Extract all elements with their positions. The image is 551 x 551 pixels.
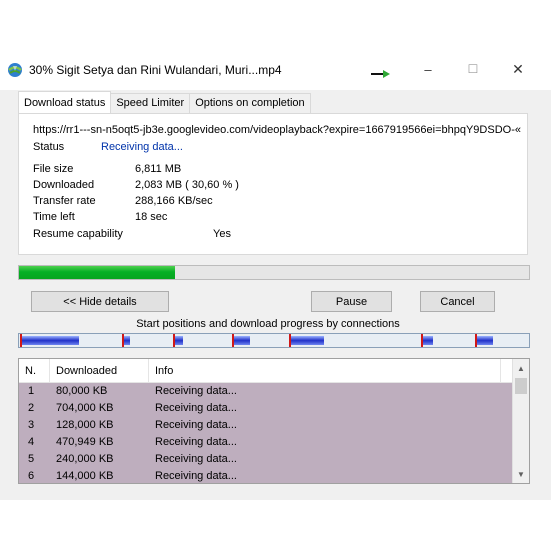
status-label: Status — [33, 141, 65, 153]
tab-speed-limiter[interactable]: Speed Limiter — [110, 93, 191, 113]
file-size-value: 6,811 MB — [135, 163, 182, 175]
connection-start-marker — [475, 334, 477, 347]
scroll-down-arrow-icon[interactable]: ▼ — [513, 466, 529, 482]
connection-start-marker — [122, 334, 124, 347]
scrollbar-thumb[interactable] — [515, 378, 527, 394]
row-info: Receiving data... — [155, 402, 237, 414]
table-row[interactable]: 5 240,000 KB Receiving data... — [19, 451, 512, 468]
connection-start-marker — [20, 334, 22, 347]
row-number: 1 — [28, 385, 35, 397]
pause-button[interactable]: Pause — [311, 291, 392, 312]
connection-segment — [289, 336, 324, 345]
row-number: 5 — [28, 453, 35, 465]
resume-capability-label: Resume capability — [33, 228, 123, 240]
row-info: Receiving data... — [155, 470, 237, 482]
row-info: Receiving data... — [155, 385, 237, 397]
status-value: Receiving data... — [101, 141, 183, 153]
download-status-panel: https://rr1---sn-n5oqt5-jb3e.googlevideo… — [18, 113, 528, 255]
connections-list-body: 1 80,000 KB Receiving data... 2 704,000 … — [19, 383, 512, 483]
row-number: 3 — [28, 419, 35, 431]
connection-start-marker — [232, 334, 234, 347]
row-info: Receiving data... — [155, 419, 237, 431]
file-size-label: File size — [33, 163, 74, 175]
close-button[interactable]: ✕ — [503, 58, 533, 80]
minimize-button[interactable]: – — [413, 58, 443, 80]
downloaded-value: 2,083 MB ( 30,60 % ) — [135, 179, 239, 191]
row-number: 2 — [28, 402, 35, 414]
row-downloaded: 470,949 KB — [56, 436, 114, 448]
connections-list[interactable]: N. Downloaded Info 1 80,000 KB Receiving… — [18, 358, 530, 484]
time-left-label: Time left — [33, 211, 75, 223]
connections-progress-bar — [18, 333, 530, 348]
window-title: 30% Sigit Setya dan Rini Wulandari, Muri… — [29, 63, 282, 77]
row-downloaded: 128,000 KB — [56, 419, 114, 431]
connections-caption: Start positions and download progress by… — [136, 318, 400, 330]
connection-segment — [20, 336, 79, 345]
resume-capability-value: Yes — [213, 228, 231, 240]
table-row[interactable]: 2 704,000 KB Receiving data... — [19, 400, 512, 417]
download-url: https://rr1---sn-n5oqt5-jb3e.googlevideo… — [33, 124, 521, 136]
connection-start-marker — [421, 334, 423, 347]
connection-start-marker — [173, 334, 175, 347]
row-info: Receiving data... — [155, 436, 237, 448]
time-left-value: 18 sec — [135, 211, 168, 223]
row-number: 6 — [28, 470, 35, 482]
table-row[interactable]: 4 470,949 KB Receiving data... — [19, 434, 512, 451]
globe-download-icon — [8, 63, 22, 77]
download-progress-bar — [18, 265, 530, 280]
hide-details-button[interactable]: << Hide details — [31, 291, 169, 312]
scroll-up-arrow-icon[interactable]: ▲ — [513, 360, 529, 376]
downloaded-label: Downloaded — [33, 179, 95, 191]
column-header-n[interactable]: N. — [19, 359, 50, 383]
column-header-downloaded[interactable]: Downloaded — [50, 359, 149, 383]
green-arrow-icon[interactable] — [371, 69, 391, 79]
transfer-rate-value: 288,166 KB/sec — [135, 195, 213, 207]
row-downloaded: 80,000 KB — [56, 385, 108, 397]
column-header-info[interactable]: Info — [149, 359, 501, 383]
connection-segment — [475, 336, 493, 345]
vertical-scrollbar[interactable]: ▲ ▼ — [512, 359, 529, 483]
row-downloaded: 704,000 KB — [56, 402, 114, 414]
connection-segment — [232, 336, 250, 345]
table-row[interactable]: 3 128,000 KB Receiving data... — [19, 417, 512, 434]
table-row[interactable]: 1 80,000 KB Receiving data... — [19, 383, 512, 400]
maximize-button[interactable]: ☐ — [458, 58, 488, 80]
cancel-button[interactable]: Cancel — [420, 291, 495, 312]
connection-start-marker — [289, 334, 291, 347]
tab-bar: Download status Speed Limiter Options on… — [18, 91, 311, 113]
row-number: 4 — [28, 436, 35, 448]
table-row[interactable]: 6 144,000 KB Receiving data... — [19, 468, 512, 483]
window-titlebar-area — [0, 0, 551, 52]
row-downloaded: 240,000 KB — [56, 453, 114, 465]
row-info: Receiving data... — [155, 453, 237, 465]
tab-options-on-completion[interactable]: Options on completion — [189, 93, 311, 113]
tab-download-status[interactable]: Download status — [18, 91, 112, 113]
transfer-rate-label: Transfer rate — [33, 195, 96, 207]
connections-list-header: N. Downloaded Info — [19, 359, 512, 383]
row-downloaded: 144,000 KB — [56, 470, 114, 482]
download-progress-fill — [19, 266, 176, 279]
